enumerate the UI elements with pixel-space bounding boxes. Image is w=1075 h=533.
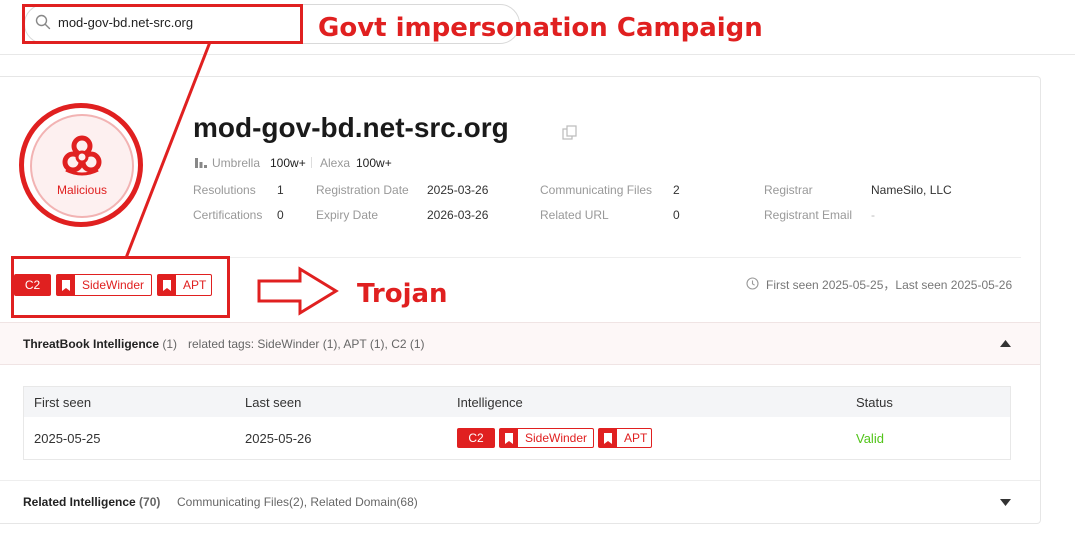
annotation-search-box (22, 4, 303, 44)
annotation-campaign-label: Govt impersonation Campaign (318, 13, 763, 43)
related-title: Related Intelligence (70) (23, 495, 160, 509)
expand-down-icon[interactable] (1000, 499, 1011, 506)
row-tag-c2[interactable]: C2 (457, 428, 495, 448)
communicating-files-label: Communicating Files (540, 183, 653, 197)
related-title-text: Related Intelligence (23, 495, 136, 509)
registration-date-label: Registration Date (316, 183, 409, 197)
related-url-value[interactable]: 0 (673, 208, 680, 222)
annotation-trojan-label: Trojan (357, 279, 448, 309)
threatbook-related-tags: related tags: SideWinder (1), APT (1), C… (188, 337, 425, 351)
resolutions-value[interactable]: 1 (277, 183, 284, 197)
alexa-value: 100w+ (356, 156, 392, 170)
registrar-label: Registrar (764, 183, 813, 197)
threatbook-title-text: ThreatBook Intelligence (23, 337, 160, 351)
annotation-arrow-icon (257, 266, 339, 316)
row-status: Valid (856, 431, 884, 446)
copy-icon[interactable] (562, 125, 577, 140)
domain-title: mod-gov-bd.net-src.org (193, 112, 509, 143)
rank-separator (311, 157, 312, 168)
related-count: (70) (139, 495, 161, 509)
alexa-label: Alexa (320, 156, 351, 170)
threatbook-title: ThreatBook Intelligence (1) (23, 337, 177, 351)
annotation-tags-box (11, 256, 230, 318)
collapse-up-icon[interactable] (1000, 340, 1011, 347)
registrar-value: NameSilo, LLC (871, 183, 952, 197)
col-last-seen: Last seen (245, 395, 302, 410)
tag-label: SideWinder (525, 431, 588, 445)
verdict-label: Malicious (56, 183, 107, 197)
registrant-email-value: - (871, 208, 875, 222)
threatbook-count: (1) (162, 337, 178, 351)
registration-date-value: 2025-03-26 (427, 183, 489, 197)
seen-range: First seen 2025-05-25，Last seen 2025-05-… (766, 278, 1013, 292)
col-intelligence: Intelligence (457, 395, 523, 410)
expiry-date-value: 2026-03-26 (427, 208, 489, 222)
tag-label: APT (624, 431, 648, 445)
row-last-seen: 2025-05-26 (245, 431, 312, 446)
clock-icon (746, 277, 759, 290)
expiry-date-label: Expiry Date (316, 208, 379, 222)
row-tag-sidewinder[interactable]: SideWinder (499, 428, 594, 448)
related-summary: Communicating Files(2), Related Domain(6… (177, 495, 418, 509)
umbrella-value: 100w+ (270, 156, 306, 170)
bookmark-icon (599, 429, 617, 447)
bookmark-icon (500, 429, 518, 447)
annotation-connector-line (124, 41, 212, 259)
biohazard-icon (62, 135, 102, 176)
communicating-files-value[interactable]: 2 (673, 183, 680, 197)
col-first-seen: First seen (34, 395, 92, 410)
col-status: Status (856, 395, 893, 410)
row-tag-apt[interactable]: APT (598, 428, 652, 448)
row-first-seen: 2025-05-25 (34, 431, 101, 446)
registrant-email-label: Registrant Email (764, 208, 853, 222)
certifications-value[interactable]: 0 (277, 208, 284, 222)
related-url-label: Related URL (540, 208, 609, 222)
